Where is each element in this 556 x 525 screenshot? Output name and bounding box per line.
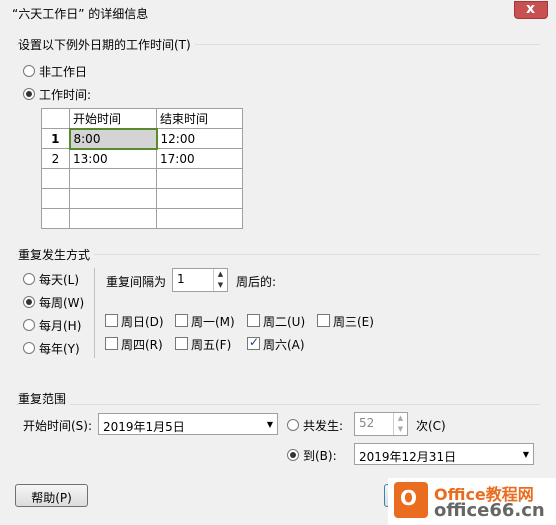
occurrences-value: 52 bbox=[359, 416, 375, 430]
end-time-cell[interactable] bbox=[156, 208, 243, 229]
start-time-cell[interactable]: 8:00 bbox=[68, 127, 158, 150]
window-title: “六天工作日” 的详细信息 bbox=[12, 7, 149, 21]
table-row: 1 8:00 12:00 bbox=[41, 127, 243, 150]
working-time-label[interactable]: 工作时间: bbox=[39, 86, 91, 103]
occurrences-label[interactable]: 共发生: bbox=[303, 417, 343, 434]
working-time-radio[interactable] bbox=[23, 88, 35, 100]
start-time-cell[interactable] bbox=[69, 188, 157, 209]
start-date-value: 2019年1月5日 bbox=[103, 420, 185, 434]
tuesday-checkbox[interactable] bbox=[247, 314, 260, 327]
weekly-label[interactable]: 每周(W) bbox=[39, 294, 84, 311]
table-row: 2 13:00 17:00 bbox=[41, 148, 243, 169]
recurrence-divider bbox=[94, 268, 95, 358]
row-number[interactable] bbox=[41, 208, 70, 229]
start-date-dropdown[interactable]: 2019年1月5日 ▼ bbox=[98, 413, 278, 435]
end-time-cell[interactable]: 17:00 bbox=[156, 148, 243, 169]
spin-down-icon[interactable]: ▼ bbox=[394, 424, 407, 435]
occurrences-stepper[interactable]: 52 ▲ ▼ bbox=[354, 412, 408, 436]
close-button[interactable]: x bbox=[514, 1, 548, 19]
table-row bbox=[41, 188, 243, 209]
end-by-label[interactable]: 到(B): bbox=[303, 447, 337, 464]
watermark: O Office教程网 office66.cn bbox=[388, 478, 556, 525]
sunday-checkbox[interactable] bbox=[105, 314, 118, 327]
help-button[interactable]: 帮助(P) bbox=[15, 484, 88, 507]
daily-radio[interactable] bbox=[23, 273, 35, 285]
yearly-radio[interactable] bbox=[23, 342, 35, 354]
chevron-down-icon: ▼ bbox=[266, 420, 273, 429]
table-corner bbox=[41, 108, 70, 129]
occurrences-radio[interactable] bbox=[287, 419, 299, 431]
thursday-label[interactable]: 周四(R) bbox=[121, 336, 163, 353]
chevron-down-icon: ▼ bbox=[522, 450, 529, 459]
friday-label[interactable]: 周五(F) bbox=[191, 336, 231, 353]
saturday-label[interactable]: 周六(A) bbox=[263, 336, 305, 353]
end-by-radio[interactable] bbox=[287, 449, 299, 461]
nonworking-radio[interactable] bbox=[23, 65, 35, 77]
thursday-checkbox[interactable] bbox=[105, 337, 118, 350]
close-icon: x bbox=[526, 1, 536, 17]
yearly-label[interactable]: 每年(Y) bbox=[39, 340, 80, 357]
spin-up-icon[interactable]: ▲ bbox=[214, 269, 227, 280]
recurrence-group-title: 重复发生方式 bbox=[18, 246, 95, 263]
column-header-end: 结束时间 bbox=[156, 108, 243, 129]
table-row bbox=[41, 168, 243, 189]
tuesday-label[interactable]: 周二(U) bbox=[263, 313, 305, 330]
interval-suffix: 周后的: bbox=[236, 275, 277, 289]
range-group-title: 重复范围 bbox=[18, 390, 71, 407]
exception-group-title: 设置以下例外日期的工作时间(T) bbox=[18, 36, 195, 53]
end-time-cell[interactable] bbox=[156, 168, 243, 189]
working-time-table: 开始时间 结束时间 1 8:00 12:00 2 13:00 17:00 bbox=[41, 108, 243, 229]
start-time-cell[interactable]: 13:00 bbox=[69, 148, 157, 169]
saturday-checkbox[interactable] bbox=[247, 335, 260, 350]
help-button-label: 帮助(P) bbox=[31, 491, 72, 505]
column-header-start: 开始时间 bbox=[69, 108, 157, 129]
row-number[interactable]: 1 bbox=[41, 128, 70, 149]
interval-label: 重复间隔为 bbox=[106, 275, 167, 289]
start-time-cell[interactable] bbox=[69, 168, 157, 189]
end-date-dropdown[interactable]: 2019年12月31日 ▼ bbox=[354, 443, 534, 465]
monday-checkbox[interactable] bbox=[175, 314, 188, 327]
monthly-radio[interactable] bbox=[23, 319, 35, 331]
office-logo-icon: O bbox=[394, 482, 428, 518]
start-date-label: 开始时间(S): bbox=[23, 419, 93, 433]
monday-label[interactable]: 周一(M) bbox=[191, 313, 235, 330]
sunday-label[interactable]: 周日(D) bbox=[121, 313, 164, 330]
friday-checkbox[interactable] bbox=[175, 337, 188, 350]
table-row bbox=[41, 208, 243, 229]
spin-up-icon[interactable]: ▲ bbox=[394, 413, 407, 424]
weekly-radio[interactable] bbox=[23, 296, 35, 308]
wednesday-label[interactable]: 周三(E) bbox=[333, 313, 374, 330]
daily-label[interactable]: 每天(L) bbox=[39, 271, 79, 288]
row-number[interactable]: 2 bbox=[41, 148, 70, 169]
spin-down-icon[interactable]: ▼ bbox=[214, 280, 227, 291]
end-date-value: 2019年12月31日 bbox=[359, 450, 457, 464]
nonworking-label[interactable]: 非工作日 bbox=[39, 63, 87, 80]
end-time-cell[interactable] bbox=[156, 188, 243, 209]
start-time-cell[interactable] bbox=[69, 208, 157, 229]
occurrences-suffix: 次(C) bbox=[416, 419, 446, 433]
interval-value: 1 bbox=[177, 272, 185, 286]
row-number[interactable] bbox=[41, 168, 70, 189]
row-number[interactable] bbox=[41, 188, 70, 209]
wednesday-checkbox[interactable] bbox=[317, 314, 330, 327]
end-time-cell[interactable]: 12:00 bbox=[156, 128, 243, 149]
watermark-line2: office66.cn bbox=[434, 500, 545, 521]
interval-stepper[interactable]: 1 ▲ ▼ bbox=[172, 268, 228, 292]
title-bar: “六天工作日” 的详细信息 x bbox=[0, 0, 556, 26]
monthly-label[interactable]: 每月(H) bbox=[39, 317, 81, 334]
